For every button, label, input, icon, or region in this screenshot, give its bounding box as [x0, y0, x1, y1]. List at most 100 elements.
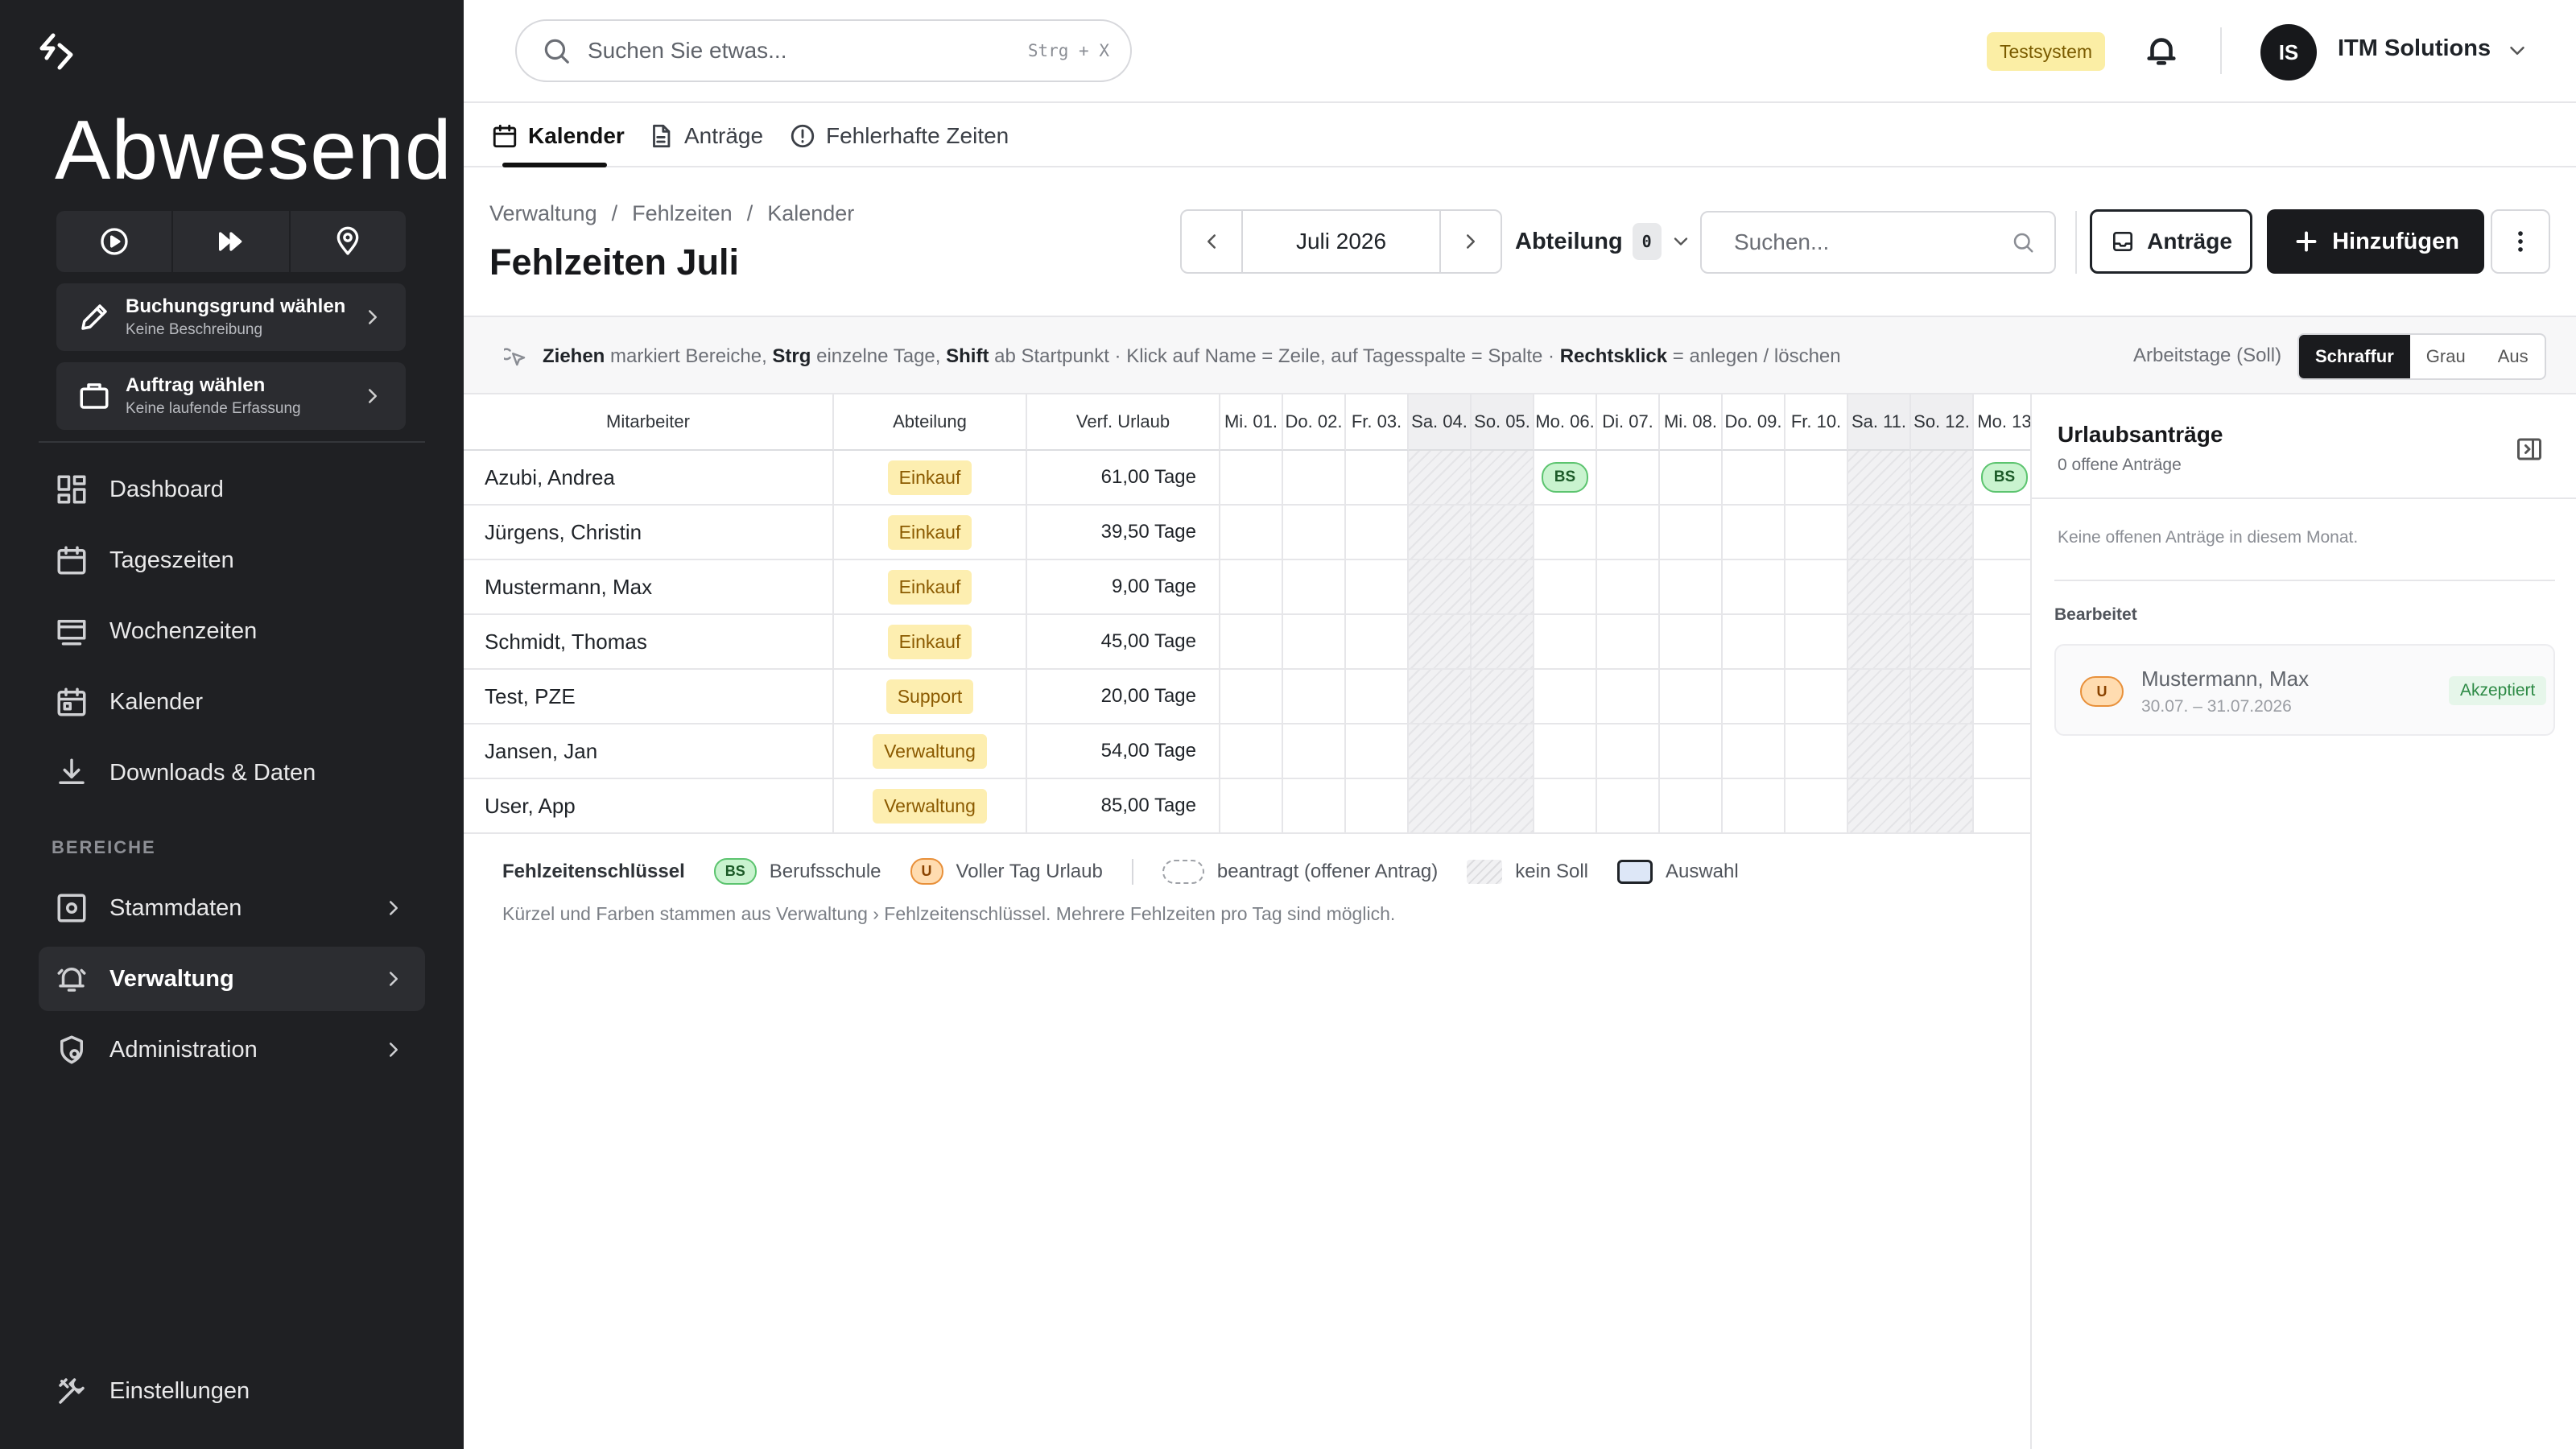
- day-cell[interactable]: [1409, 560, 1472, 615]
- employee-search-input[interactable]: Suchen...: [1700, 211, 2056, 274]
- day-cell[interactable]: [1283, 451, 1346, 506]
- column-header-vacation[interactable]: Verf. Urlaub: [1027, 394, 1220, 451]
- breadcrumb-item[interactable]: Verwaltung: [489, 201, 597, 226]
- day-cell[interactable]: [1660, 724, 1723, 779]
- booking-reason-picker[interactable]: Buchungsgrund wählen Keine Beschreibung: [56, 283, 406, 351]
- day-cell[interactable]: [1660, 451, 1723, 506]
- department-filter[interactable]: Abteilung 0: [1515, 219, 1692, 264]
- day-cell[interactable]: [1283, 506, 1346, 560]
- day-cell[interactable]: [1220, 451, 1283, 506]
- day-column-header[interactable]: Do. 02.: [1283, 394, 1346, 451]
- employee-name-cell[interactable]: Jansen, Jan: [464, 724, 834, 779]
- day-cell[interactable]: [1472, 670, 1534, 724]
- day-cell[interactable]: [1911, 779, 1974, 832]
- day-cell[interactable]: [1346, 779, 1409, 832]
- global-search-input[interactable]: Suchen Sie etwas... Strg + X: [515, 19, 1132, 82]
- employee-name-cell[interactable]: Azubi, Andrea: [464, 451, 834, 506]
- day-cell[interactable]: [1409, 506, 1472, 560]
- day-cell[interactable]: [1785, 506, 1848, 560]
- mode-aus-button[interactable]: Aus: [2482, 335, 2545, 378]
- day-cell[interactable]: [1723, 451, 1785, 506]
- current-month[interactable]: Juli 2026: [1241, 211, 1441, 272]
- day-cell[interactable]: [1220, 724, 1283, 779]
- day-cell[interactable]: [1283, 670, 1346, 724]
- collapse-panel-icon[interactable]: [2515, 435, 2544, 464]
- day-cell[interactable]: [1660, 615, 1723, 670]
- day-column-header[interactable]: Fr. 10.: [1785, 394, 1848, 451]
- day-cell[interactable]: [1848, 779, 1911, 832]
- day-cell[interactable]: [1723, 560, 1785, 615]
- day-cell[interactable]: [1346, 451, 1409, 506]
- day-cell[interactable]: [1220, 779, 1283, 832]
- nav-item-stammdaten[interactable]: Stammdaten: [39, 876, 425, 940]
- day-cell[interactable]: [1409, 615, 1472, 670]
- day-column-header[interactable]: So. 05.: [1472, 394, 1534, 451]
- day-column-header[interactable]: Mi. 08.: [1660, 394, 1723, 451]
- app-logo-icon[interactable]: [35, 31, 77, 72]
- absence-code-badge[interactable]: BS: [1980, 462, 2029, 493]
- day-column-header[interactable]: Mo. 06.: [1534, 394, 1597, 451]
- employee-name-cell[interactable]: Test, PZE: [464, 670, 834, 724]
- day-cell[interactable]: [1660, 779, 1723, 832]
- day-cell[interactable]: [1974, 560, 2030, 615]
- day-column-header[interactable]: Do. 09.: [1723, 394, 1785, 451]
- day-cell[interactable]: [1597, 779, 1660, 832]
- nav-item-verwaltung[interactable]: Verwaltung: [39, 947, 425, 1011]
- day-cell[interactable]: [1346, 670, 1409, 724]
- nav-item-einstellungen[interactable]: Einstellungen: [39, 1359, 425, 1423]
- day-cell[interactable]: [1785, 560, 1848, 615]
- day-cell[interactable]: [1346, 724, 1409, 779]
- day-cell[interactable]: [1785, 670, 1848, 724]
- day-cell[interactable]: [1785, 451, 1848, 506]
- day-cell[interactable]: [1534, 560, 1597, 615]
- day-cell[interactable]: [1534, 506, 1597, 560]
- day-column-header[interactable]: So. 12.: [1911, 394, 1974, 451]
- next-month-button[interactable]: [1441, 211, 1501, 272]
- day-column-header[interactable]: Mo. 13: [1974, 394, 2030, 451]
- avatar[interactable]: IS: [2260, 24, 2317, 80]
- day-cell[interactable]: [1723, 506, 1785, 560]
- nav-item-administration[interactable]: Administration: [39, 1018, 425, 1082]
- nav-item-kalender[interactable]: Kalender: [39, 670, 425, 734]
- day-cell[interactable]: [1534, 724, 1597, 779]
- day-cell[interactable]: [1723, 670, 1785, 724]
- mode-grau-button[interactable]: Grau: [2410, 335, 2482, 378]
- day-cell[interactable]: [1974, 670, 2030, 724]
- day-column-header[interactable]: Sa. 04.: [1409, 394, 1472, 451]
- day-cell[interactable]: [1409, 451, 1472, 506]
- day-cell[interactable]: [1472, 615, 1534, 670]
- day-cell[interactable]: [1409, 724, 1472, 779]
- chevron-down-icon[interactable]: [2505, 39, 2529, 63]
- previous-month-button[interactable]: [1182, 211, 1241, 272]
- nav-item-downloads[interactable]: Downloads & Daten: [39, 741, 425, 805]
- column-header-employee[interactable]: Mitarbeiter: [464, 394, 834, 451]
- more-options-button[interactable]: [2491, 209, 2550, 274]
- day-cell[interactable]: [1911, 670, 1974, 724]
- day-cell[interactable]: [1220, 670, 1283, 724]
- day-cell[interactable]: [1723, 724, 1785, 779]
- day-cell[interactable]: [1597, 451, 1660, 506]
- day-cell[interactable]: [1660, 670, 1723, 724]
- tab-kalender[interactable]: Kalender: [491, 105, 625, 167]
- day-cell[interactable]: [1346, 560, 1409, 615]
- day-cell[interactable]: [1723, 615, 1785, 670]
- day-cell[interactable]: [1911, 724, 1974, 779]
- organization-name[interactable]: ITM Solutions: [2338, 35, 2491, 62]
- day-cell[interactable]: [1660, 506, 1723, 560]
- day-cell[interactable]: [1974, 506, 2030, 560]
- employee-name-cell[interactable]: Schmidt, Thomas: [464, 615, 834, 670]
- day-cell[interactable]: [1597, 670, 1660, 724]
- tab-antraege[interactable]: Anträge: [647, 105, 763, 167]
- location-button[interactable]: [291, 211, 406, 272]
- day-column-header[interactable]: Mi. 01.: [1220, 394, 1283, 451]
- day-cell[interactable]: [1220, 560, 1283, 615]
- nav-item-wochenzeiten[interactable]: Wochenzeiten: [39, 599, 425, 663]
- start-button[interactable]: [56, 211, 174, 272]
- day-cell[interactable]: [1785, 615, 1848, 670]
- request-card[interactable]: U Mustermann, Max 30.07. – 31.07.2026 Ak…: [2054, 644, 2555, 736]
- day-cell[interactable]: [1472, 506, 1534, 560]
- absence-code-badge[interactable]: BS: [1541, 462, 1589, 493]
- day-cell[interactable]: [1974, 779, 2030, 832]
- day-cell[interactable]: [1848, 451, 1911, 506]
- day-cell[interactable]: [1848, 670, 1911, 724]
